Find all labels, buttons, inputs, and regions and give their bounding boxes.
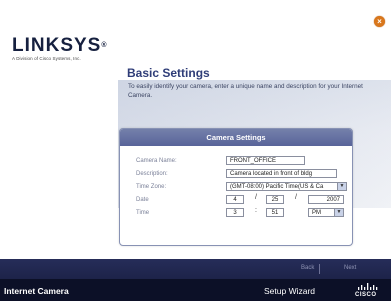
next-button[interactable]: Next [344, 265, 356, 271]
time-hour-input[interactable]: 3 [226, 208, 244, 217]
camera-name-input[interactable]: FRONT_OFFICE [226, 156, 305, 165]
chevron-down-icon: ▼ [337, 183, 346, 190]
camera-name-label: Camera Name: [136, 158, 177, 164]
description-label: Description: [136, 171, 168, 177]
linksys-logo: LINKSYS® A Division of Cisco Systems, In… [12, 36, 122, 61]
camera-settings-panel: Camera Settings Camera Name: FRONT_OFFIC… [119, 128, 353, 246]
intro-text: To easily identify your camera, enter a … [128, 83, 363, 99]
product-name: Internet Camera [4, 286, 69, 296]
logo-wordmark: LINKSYS [12, 35, 102, 56]
panel-title: Camera Settings [120, 129, 352, 146]
date-label: Date [136, 197, 149, 203]
nav-divider [319, 264, 320, 274]
registered-mark: ® [101, 42, 108, 49]
close-icon[interactable]: × [374, 16, 385, 27]
setup-wizard-label: Setup Wizard [264, 286, 316, 296]
cisco-bars-icon [358, 283, 378, 290]
date-separator: / [295, 194, 297, 201]
time-zone-select[interactable]: (GMT-08:00) Pacific Time(US & Ca ▼ [226, 182, 347, 191]
date-separator: / [255, 194, 257, 201]
ampm-select[interactable]: PM ▼ [308, 208, 344, 217]
logo-tagline: A Division of Cisco Systems, Inc. [12, 56, 81, 61]
time-separator: : [255, 207, 257, 214]
time-zone-value: (GMT-08:00) Pacific Time(US & Ca [230, 184, 324, 190]
date-month-input[interactable]: 4 [226, 195, 244, 204]
chevron-down-icon: ▼ [334, 209, 343, 216]
time-zone-label: Time Zone: [136, 184, 167, 190]
page-title: Basic Settings [127, 66, 210, 80]
back-button[interactable]: Back [301, 265, 314, 271]
time-minute-input[interactable]: 51 [266, 208, 284, 217]
description-input[interactable]: Camera located in front of bldg [226, 169, 337, 178]
time-label: Time [136, 210, 150, 216]
wizard-nav-bar [0, 259, 391, 279]
date-day-input[interactable]: 25 [266, 195, 284, 204]
date-year-input[interactable]: 2007 [308, 195, 344, 204]
cisco-logo-text: CISCO [355, 292, 377, 298]
ampm-value: PM [312, 210, 321, 216]
